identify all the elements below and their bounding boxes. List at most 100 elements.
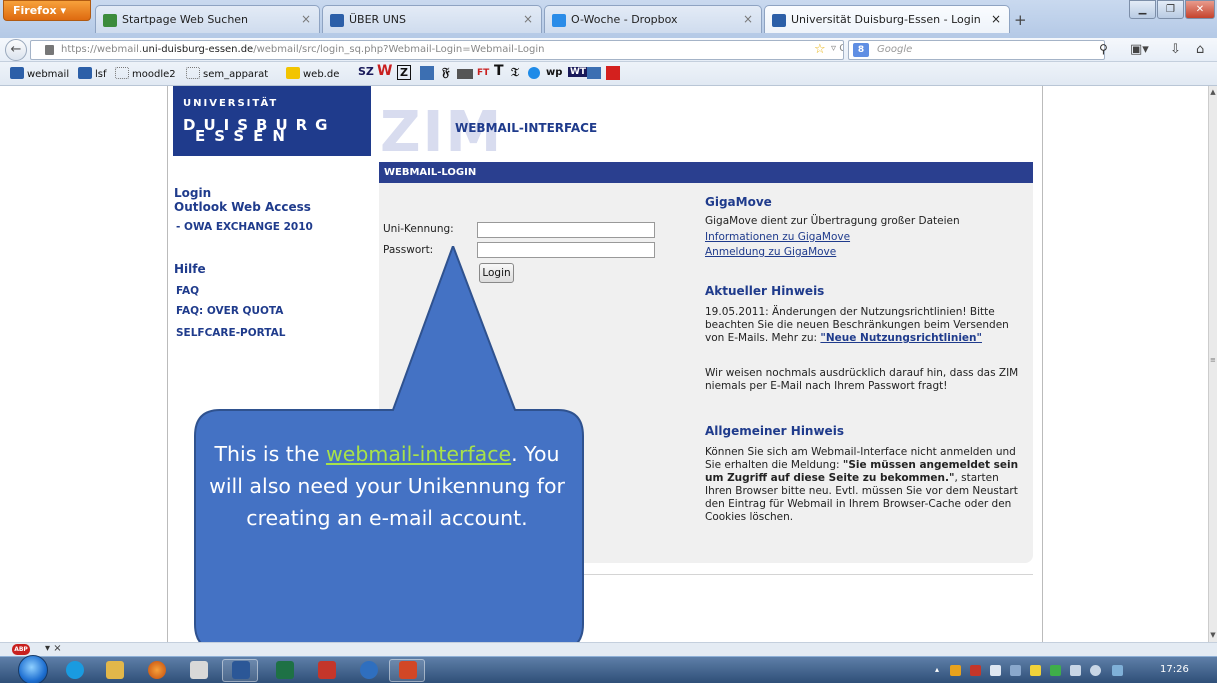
tray-app-icon[interactable]: [950, 665, 961, 676]
settings-circle-icon[interactable]: [360, 661, 378, 679]
page-border-right: [1042, 86, 1043, 642]
excel-icon[interactable]: [276, 661, 294, 679]
dropbox-favicon-icon: [552, 14, 566, 27]
addon-bar: ABP ▾ ×: [0, 642, 1217, 656]
sidebar-item-outlook[interactable]: Outlook Web Access: [174, 200, 311, 214]
wp-bookmark-icon[interactable]: wp: [546, 67, 562, 78]
tagesspiegel-bookmark-icon[interactable]: 𝔗: [511, 65, 519, 80]
logo-top-line: UNIVERSITÄT: [183, 98, 279, 109]
reload-icon[interactable]: ▿ C: [831, 43, 843, 54]
username-label: Uni-Kennung:: [383, 223, 454, 235]
explorer-folder-icon[interactable]: [106, 661, 124, 679]
scroll-grip-icon[interactable]: ≡: [1210, 356, 1216, 364]
zeit-bookmark-icon[interactable]: Z: [397, 65, 411, 80]
blue-circle-bookmark-icon[interactable]: [528, 67, 540, 79]
tab-close-icon[interactable]: ×: [991, 12, 1001, 26]
bookmark-webmail[interactable]: webmail: [10, 67, 69, 80]
addon-toolbar-icon[interactable]: ▣▾: [1130, 42, 1149, 57]
tab-bar: Firefox ▾ Startpage Web Suchen × ÜBER UN…: [0, 0, 1217, 38]
url-path: /webmail/src/login_sq.php?Webmail-Login=…: [253, 44, 545, 55]
close-window-icon[interactable]: ✕: [1185, 0, 1215, 19]
university-logo[interactable]: UNIVERSITÄT DUISBURG ESSEN: [173, 86, 371, 156]
bookmark-label: sem_apparat: [203, 69, 269, 80]
media-icon[interactable]: [318, 661, 336, 679]
maximize-icon[interactable]: ❐: [1157, 0, 1184, 19]
search-engine-icon[interactable]: 8: [853, 43, 869, 57]
bookmark-moodle2[interactable]: moodle2: [115, 67, 176, 80]
search-icon[interactable]: ⚲: [1099, 42, 1108, 56]
url-domain: uni-duisburg-essen.de: [142, 44, 254, 55]
tray-expand-icon[interactable]: ▴: [935, 665, 943, 676]
tray-app-icon[interactable]: [1050, 665, 1061, 676]
times-bookmark-icon[interactable]: T: [494, 63, 504, 79]
taskbar-clock[interactable]: 17:26: [1160, 664, 1189, 675]
tray-app-icon[interactable]: [1010, 665, 1021, 676]
bookmark-sem-apparat[interactable]: sem_apparat: [186, 67, 268, 80]
word-taskbar-button[interactable]: [222, 659, 258, 682]
minimize-icon[interactable]: ▁: [1129, 0, 1156, 19]
tab-dropbox[interactable]: O-Woche - Dropbox ×: [544, 5, 762, 33]
download-arrow-icon[interactable]: ⇩: [1170, 42, 1181, 57]
tab-close-icon[interactable]: ×: [301, 12, 311, 26]
bookmark-star-icon[interactable]: ☆: [814, 42, 826, 57]
url-bar[interactable]: https://webmail.uni-duisburg-essen.de/we…: [30, 40, 844, 60]
back-arrow-icon[interactable]: ←: [5, 39, 27, 61]
ft-bookmark-icon[interactable]: FT: [477, 68, 489, 78]
bookmark-web-de[interactable]: web.de: [286, 67, 339, 80]
news-bookmark-icon[interactable]: [587, 67, 601, 79]
tab-close-icon[interactable]: ×: [523, 12, 533, 26]
aktuell-paragraph: 19.05.2011: Änderungen der Nutzungsricht…: [705, 306, 1025, 345]
powerpoint-taskbar-button[interactable]: [389, 659, 425, 682]
scroll-down-arrow-icon[interactable]: ▼: [1209, 631, 1217, 639]
firefox-menu-label: Firefox: [13, 4, 57, 17]
vertical-scrollbar[interactable]: ▲ ≡ ▼: [1208, 86, 1217, 642]
bookmark-lsf[interactable]: lsf: [78, 67, 107, 80]
home-icon[interactable]: ⌂: [1196, 42, 1204, 57]
sz-bookmark-icon[interactable]: SZ: [358, 65, 374, 78]
gigamove-text: GigaMove dient zur Übertragung großer Da…: [705, 215, 960, 227]
start-button-icon[interactable]: [18, 655, 48, 683]
news-bookmark-icon[interactable]: [420, 66, 434, 80]
paper-bookmark-icon[interactable]: [457, 69, 473, 79]
new-tab-button[interactable]: +: [1014, 11, 1032, 31]
wt-bookmark-icon[interactable]: WT: [568, 67, 589, 77]
scroll-up-arrow-icon[interactable]: ▲: [1209, 88, 1217, 96]
aktuell-warning: Wir weisen nochmals ausdrücklich darauf …: [705, 367, 1019, 392]
navigation-bar: ← https://webmail.uni-duisburg-essen.de/…: [0, 38, 1217, 62]
username-input[interactable]: [477, 222, 655, 238]
tab-startpage[interactable]: Startpage Web Suchen ×: [95, 5, 320, 33]
tab-ueber-uns[interactable]: ÜBER UNS ×: [322, 5, 542, 33]
bookmark-label: lsf: [95, 69, 107, 80]
faz-bookmark-icon[interactable]: 𝔉: [442, 65, 450, 80]
welt-bookmark-icon[interactable]: W: [377, 63, 392, 79]
word-icon: [232, 661, 250, 679]
tab-close-icon[interactable]: ×: [743, 12, 753, 26]
gigamove-heading: GigaMove: [705, 195, 772, 209]
volume-icon[interactable]: [1090, 665, 1101, 676]
search-placeholder: Google: [877, 44, 913, 55]
tray-app-icon[interactable]: [970, 665, 981, 676]
gigamove-signup-link[interactable]: Anmeldung zu GigaMove: [705, 246, 836, 259]
adblock-plus-icon[interactable]: ABP: [12, 644, 30, 655]
pen-icon[interactable]: [190, 661, 208, 679]
callout-link[interactable]: webmail-interface: [326, 442, 511, 466]
bookmark-label: webmail: [27, 69, 70, 80]
firefox-taskbar-icon[interactable]: [148, 661, 166, 679]
gigamove-info-link[interactable]: Informationen zu GigaMove: [705, 231, 850, 244]
callout-text: This is the webmail-interface. You will …: [207, 438, 567, 534]
tray-app-icon[interactable]: [1030, 665, 1041, 676]
bookmark-label: web.de: [303, 69, 340, 80]
skype-icon[interactable]: [66, 661, 84, 679]
sidebar-heading-login: Login: [174, 186, 212, 200]
search-bar[interactable]: 8 Google: [848, 40, 1105, 60]
addon-bar-close-icon[interactable]: ▾ ×: [45, 643, 62, 654]
firefox-menu-button[interactable]: Firefox ▾: [3, 0, 91, 21]
red-bookmark-icon[interactable]: [606, 66, 620, 80]
tray-app-icon[interactable]: [1112, 665, 1123, 676]
sidebar-item-owa[interactable]: - OWA EXCHANGE 2010: [176, 221, 313, 233]
network-signal-icon[interactable]: [990, 665, 1001, 676]
nutzungsrichtlinien-link[interactable]: "Neue Nutzungsrichtlinien": [820, 332, 982, 344]
battery-icon[interactable]: [1070, 665, 1081, 676]
lock-icon: [45, 45, 54, 55]
tab-ude-login[interactable]: Universität Duisburg-Essen - Login ×: [764, 5, 1010, 33]
